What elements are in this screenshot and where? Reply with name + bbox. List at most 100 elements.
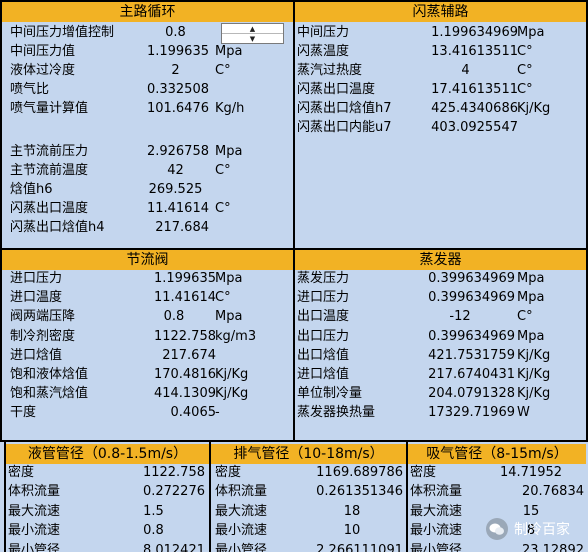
row-value: 0.332508	[146, 81, 209, 97]
row-value: 421.7531759	[428, 347, 515, 363]
row-value: 0.261351346	[316, 484, 403, 500]
throttle-row: 进口压力 1.199635 Mpa	[2, 270, 293, 288]
row-label: 闪蒸温度	[297, 43, 350, 59]
wechat-icon	[486, 518, 508, 540]
row-unit: Mpa	[517, 271, 545, 286]
suction-pipe-row: 密度 14.71952	[408, 464, 586, 482]
liquid-pipe-title: 液管管径（0.8-1.5m/s）	[6, 444, 209, 464]
triangle-down-icon[interactable]: ▼	[222, 34, 283, 43]
row-value: 17.41613511	[431, 81, 518, 97]
row-label: 出口压力	[297, 328, 350, 344]
suction-pipe-row: 体积流量 20.76834	[408, 483, 586, 501]
main-loop-row: 液体过冷度 2 C°	[2, 62, 293, 80]
evaporator-row: 进口焓值 217.6740431 Kj/Kg	[295, 366, 586, 384]
watermark-text: 制冷百家	[514, 522, 570, 538]
row-unit: Mpa	[517, 328, 545, 344]
row-label: 中间压力	[297, 25, 350, 40]
row-unit: Mpa	[215, 43, 243, 59]
liquid-pipe-row: 最大流速 1.5	[6, 503, 209, 521]
pressure-spinner[interactable]: ▲ ▼	[221, 23, 284, 44]
row-value: 0.8	[143, 523, 164, 539]
row-label: 中间压力值	[10, 43, 76, 59]
row-unit: Kj/Kg	[517, 367, 551, 382]
evaporator-panel: 蒸发器 蒸发压力 0.399634969 Mpa 进口压力 0.399634969 Mpa…	[295, 250, 586, 440]
row-label: 蒸汽过热度	[297, 62, 363, 78]
row-unit: Kj/Kg	[517, 347, 551, 363]
evaporator-row: 单位制冷量 204.0791328 Kj/Kg	[295, 385, 586, 403]
liquid-pipe-row: 密度 1122.758	[6, 464, 209, 482]
flash-aux-panel: 闪蒸辅路 中间压力 1.199634969 Mpa 闪蒸温度 13.41613511 C°…	[295, 2, 586, 248]
row-value: 1.199635	[146, 43, 209, 59]
row-unit: Kj/Kg	[517, 386, 551, 402]
discharge-pipe-row: 密度 1169.689786	[211, 464, 406, 482]
discharge-pipe-title: 排气管径（10-18m/s）	[211, 444, 406, 464]
row-label: 体积流量	[215, 484, 268, 500]
row-value: 17329.71969	[428, 405, 515, 421]
row-value: 11.41614	[146, 200, 209, 216]
main-loop-row: 闪蒸出口焓值h4 217.684	[2, 219, 293, 237]
row-label: 最大流速	[215, 503, 268, 519]
divider	[406, 442, 408, 552]
row-value: 204.0791328	[428, 386, 515, 402]
row-label: 闪蒸出口焓值h4	[10, 219, 105, 235]
row-label: 主节流前压力	[10, 143, 89, 159]
row-value: 0.8	[163, 309, 185, 325]
row-label: 焓值h6	[10, 181, 53, 197]
row-value: 1122.758	[142, 465, 205, 480]
row-value: 0.399634969	[428, 328, 515, 344]
row-label: 饱和蒸汽焓值	[10, 386, 89, 402]
evaporator-title: 蒸发器	[295, 250, 586, 270]
triangle-up-icon[interactable]: ▲	[222, 24, 283, 34]
divider	[4, 442, 6, 552]
row-label: 喷气量计算值	[10, 100, 89, 116]
flash-aux-row: 闪蒸温度 13.41613511 C°	[295, 43, 586, 61]
watermark: 制冷百家	[486, 518, 570, 540]
row-value: 269.525	[148, 181, 203, 197]
row-value: 1122.758	[153, 328, 216, 344]
row-unit: Mpa	[215, 309, 243, 325]
row-value: 0.399634969	[428, 290, 515, 306]
row-label: 阀两端压降	[10, 309, 76, 325]
row-label: 进口焓值	[297, 367, 350, 382]
row-value: 0.8	[165, 25, 186, 40]
row-label: 密度	[215, 465, 242, 480]
row-unit: Kj/Kg	[517, 100, 551, 116]
row-value: 414.1309	[153, 386, 216, 402]
row-value: 20.76834	[521, 484, 584, 500]
discharge-pipe-row: 最小管径 2.266111091	[211, 542, 406, 552]
row-unit: C°	[215, 290, 231, 306]
liquid-pipe-row: 体积流量 0.272276	[6, 483, 209, 501]
row-label: 最小管径	[215, 542, 268, 552]
main-loop-row: 焓值h6 269.525	[2, 181, 293, 199]
row-label: 进口焓值	[10, 347, 63, 363]
row-value: 2	[171, 62, 180, 78]
row-value: 18	[343, 503, 361, 519]
row-label: 闪蒸出口温度	[10, 200, 89, 216]
row-unit: C°	[215, 162, 231, 178]
flash-aux-row: 闪蒸出口温度 17.41613511 C°	[295, 81, 586, 99]
main-loop-row: 中间压力值 1.199635 Mpa	[2, 43, 293, 61]
discharge-pipe-panel: 排气管径（10-18m/s） 密度 1169.689786 体积流量 0.261351…	[211, 444, 406, 552]
row-value: 2.926758	[146, 143, 209, 159]
row-unit: Kj/Kg	[215, 386, 249, 402]
row-unit: Kg/h	[215, 100, 245, 116]
row-label: 进口温度	[10, 290, 63, 306]
divider	[0, 248, 588, 250]
row-label: 进口压力	[10, 271, 63, 286]
row-unit: C°	[517, 43, 533, 59]
discharge-pipe-row: 最大流速 18	[211, 503, 406, 521]
divider	[209, 442, 211, 552]
row-value: 2.266111091	[316, 542, 403, 552]
row-value: 1.199634969	[431, 25, 518, 40]
row-label: 蒸发器换热量	[297, 405, 376, 421]
row-value: 0.4065	[170, 405, 217, 421]
row-value: 425.4340686	[431, 100, 518, 116]
row-label: 出口焓值	[297, 347, 350, 363]
row-label: 制冷剂密度	[10, 328, 76, 344]
throttle-row: 制冷剂密度 1122.758 kg/m3	[2, 328, 293, 346]
main-loop-row: 闪蒸出口温度 11.41614 C°	[2, 200, 293, 218]
row-unit: C°	[517, 81, 533, 97]
row-label: 出口温度	[297, 309, 350, 325]
evaporator-row: 蒸发器换热量 17329.71969 W	[295, 404, 586, 422]
discharge-pipe-row: 最小流速 10	[211, 522, 406, 540]
